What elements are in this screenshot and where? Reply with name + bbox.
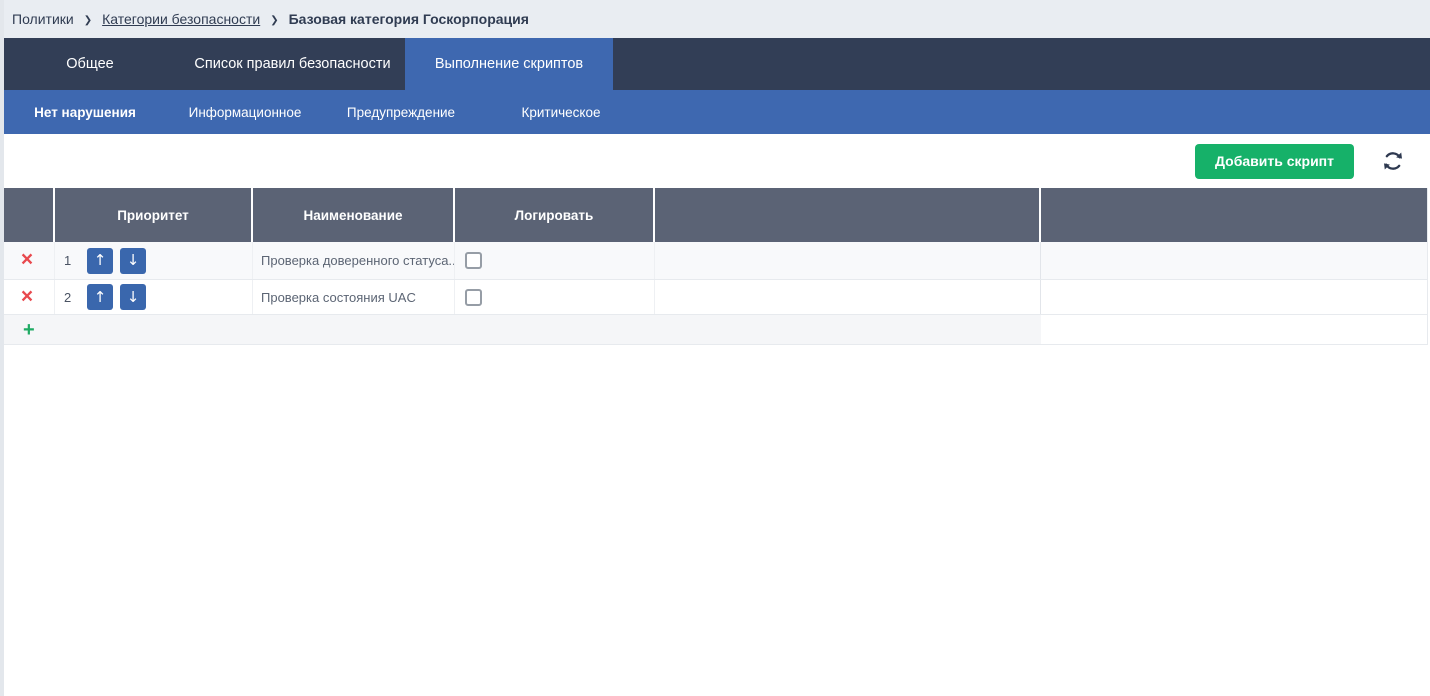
add-script-button[interactable]: Добавить скрипт	[1195, 143, 1354, 179]
priority-value: 1	[64, 253, 72, 268]
subtab-informational[interactable]: Информационное	[170, 90, 320, 134]
subtab-critical[interactable]: Критическое	[482, 90, 640, 134]
script-name[interactable]: Проверка состояния UAC	[253, 280, 455, 314]
toolbar: Добавить скрипт	[0, 134, 1430, 188]
table-row: × 1 ↑ ↓ Проверка доверенного статуса...	[0, 242, 1427, 280]
breadcrumb-item-policies[interactable]: Политики	[12, 11, 74, 27]
move-down-button[interactable]: ↓	[120, 247, 146, 274]
subtab-warning[interactable]: Предупреждение	[320, 90, 482, 134]
header-empty	[1041, 188, 1427, 242]
refresh-button[interactable]	[1378, 146, 1408, 176]
left-gutter	[0, 0, 4, 696]
header-empty	[655, 188, 1041, 242]
priority-value: 2	[64, 289, 72, 305]
delete-row-icon[interactable]: ×	[21, 286, 33, 307]
breadcrumb-item-security-categories[interactable]: Категории безопасности	[102, 11, 260, 27]
move-up-button[interactable]: ↑	[87, 247, 113, 274]
add-row-cell[interactable]: +	[0, 315, 1041, 344]
severity-tab-bar: Нет нарушения Информационное Предупрежде…	[0, 90, 1430, 134]
table-header-row: Приоритет Наименование Логировать	[0, 188, 1427, 242]
breadcrumb: Политики ❯ Категории безопасности ❯ Базо…	[0, 0, 1430, 38]
add-row-spacer	[1041, 315, 1427, 344]
log-checkbox[interactable]	[465, 288, 482, 306]
move-up-button[interactable]: ↑	[87, 284, 113, 310]
tab-general[interactable]: Общее	[0, 38, 180, 90]
log-checkbox[interactable]	[465, 252, 482, 269]
header-priority: Приоритет	[55, 188, 253, 242]
refresh-icon	[1384, 152, 1402, 170]
header-name: Наименование	[253, 188, 455, 242]
header-actions	[0, 188, 55, 242]
breadcrumb-item-current-category: Базовая категория Госкорпорация	[288, 11, 529, 27]
script-name[interactable]: Проверка доверенного статуса...	[253, 242, 455, 279]
delete-row-icon[interactable]: ×	[21, 249, 33, 270]
table-row: × 2 ↑ ↓ Проверка состояния UAC	[0, 280, 1427, 315]
tab-bar: Общее Список правил безопасности Выполне…	[0, 38, 1430, 90]
tab-security-rules-list[interactable]: Список правил безопасности	[180, 38, 405, 90]
header-log: Логировать	[455, 188, 655, 242]
scripts-table: Приоритет Наименование Логировать × 1 ↑ …	[0, 188, 1428, 345]
add-row: +	[0, 315, 1427, 345]
add-row-plus-icon[interactable]: +	[23, 320, 35, 340]
chevron-right-icon: ❯	[83, 14, 93, 26]
chevron-right-icon: ❯	[270, 14, 279, 26]
tab-script-execution[interactable]: Выполнение скриптов	[405, 38, 613, 90]
move-down-button[interactable]: ↓	[120, 284, 146, 310]
subtab-no-violation[interactable]: Нет нарушения	[0, 90, 170, 134]
